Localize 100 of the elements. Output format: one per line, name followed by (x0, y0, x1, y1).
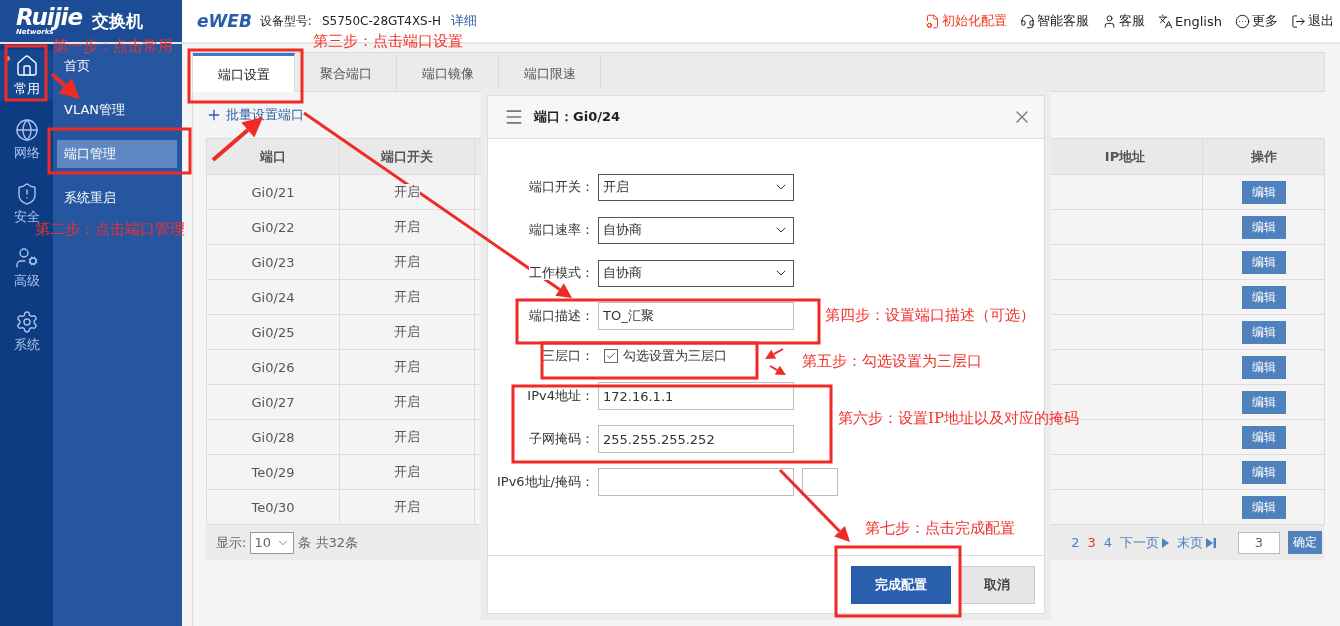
edit-button[interactable]: 编辑 (1241, 460, 1286, 484)
table-cell: 开启 (394, 394, 420, 409)
settings-icon (14, 310, 39, 334)
input-field[interactable] (598, 468, 794, 496)
header-link[interactable]: 初始化配置 (925, 12, 1008, 30)
show-label: 显示: (216, 533, 247, 552)
step-annotation: 第四步：设置端口描述（可选） (825, 306, 1035, 325)
nav-rail-item[interactable]: 高级 (0, 242, 53, 292)
product-name: 交换机 (92, 9, 144, 33)
plus-icon (206, 107, 222, 123)
header-link[interactable]: 退出 (1291, 12, 1334, 30)
table-cell: Gi0/26 (206, 349, 340, 385)
model-label: 设备型号: (259, 12, 312, 30)
cancel-button[interactable]: 取消 (959, 565, 1035, 604)
step-annotation: 第三步：点击端口设置 (313, 32, 463, 51)
step-annotation: 第七步：点击完成配置 (865, 519, 1015, 538)
page-size-dropdown[interactable]: 10 (250, 531, 295, 554)
table-cell: 开启 (394, 289, 420, 304)
confirm-button[interactable]: 确定 (1288, 531, 1322, 554)
edit-button[interactable]: 编辑 (1241, 215, 1286, 239)
details-link[interactable]: 详细 (451, 12, 478, 30)
dialog-title: 端口：Gi0/24 (534, 108, 620, 126)
edit-button[interactable]: 编辑 (1241, 180, 1286, 204)
column-header: 端口 (206, 138, 340, 175)
step-annotation: 第五步：勾选设置为三层口 (802, 352, 982, 371)
dropdown[interactable]: 自协商 (598, 216, 794, 244)
table-cell: Te0/29 (206, 454, 340, 490)
table-cell: 开启 (394, 254, 420, 269)
table-cell: Gi0/24 (206, 279, 340, 315)
tab[interactable]: 聚合端口 (295, 53, 397, 91)
edit-button[interactable]: 编辑 (1241, 285, 1286, 309)
edit-button[interactable]: 编辑 (1241, 355, 1286, 379)
page-link[interactable]: 4 (1103, 535, 1112, 550)
language-icon (1158, 13, 1174, 29)
total-count: 条 共32条 (298, 533, 359, 552)
finish-button[interactable]: 完成配置 (851, 565, 951, 604)
edit-button[interactable]: 编辑 (1241, 390, 1286, 414)
edit-button[interactable]: 编辑 (1241, 425, 1286, 449)
tab[interactable]: 端口设置 (193, 53, 295, 93)
header-link[interactable]: 客服 (1102, 12, 1146, 30)
layer3-checkbox[interactable]: 勾选设置为三层口 (604, 347, 727, 365)
table-cell: 开启 (394, 359, 420, 374)
header-link[interactable]: English (1158, 12, 1222, 30)
skip-to-end-icon (1206, 537, 1216, 548)
input-field[interactable]: 255.255.255.252 (598, 425, 794, 453)
edit-button[interactable]: 编辑 (1241, 250, 1286, 274)
table-cell: 开启 (394, 219, 420, 234)
submenu-item[interactable]: 端口管理 (57, 140, 177, 168)
column-header: 端口开关 (339, 138, 475, 175)
input-field[interactable]: 172.16.1.1 (598, 382, 794, 410)
table-cell: 开启 (394, 184, 420, 199)
edit-button[interactable]: 编辑 (1241, 495, 1286, 519)
page-number-field[interactable]: 3 (1238, 531, 1280, 554)
globe-icon (14, 118, 39, 142)
dropdown[interactable]: 自协商 (598, 259, 794, 287)
table-cell: Gi0/28 (206, 419, 340, 455)
field-label: IPv6地址/掩码： (496, 474, 594, 489)
field-label: 子网掩码： (529, 431, 594, 446)
model-number: S5750C-28GT4XS-H (321, 14, 442, 28)
triangle-right-icon (1162, 537, 1169, 548)
field-label: 端口描述： (529, 308, 594, 323)
next-page-link[interactable]: 下一页 (1120, 533, 1169, 552)
field-label: 三层口： (542, 348, 594, 363)
field-label: IPv4地址： (527, 388, 594, 403)
home-icon (14, 54, 39, 78)
table-cell: Gi0/22 (206, 209, 340, 245)
table-cell: Gi0/25 (206, 314, 340, 350)
edit-button[interactable]: 编辑 (1241, 320, 1286, 344)
headset-icon (1020, 13, 1036, 29)
input-field[interactable] (802, 468, 838, 496)
nav-rail-item[interactable]: 常用 (0, 50, 53, 100)
table-cell: 开启 (394, 324, 420, 339)
dropdown[interactable]: 开启 (598, 173, 794, 201)
table-cell: 开启 (394, 499, 420, 514)
table-cell: 开启 (394, 429, 420, 444)
column-header: 操作 (1202, 138, 1325, 175)
table-cell: Te0/30 (206, 489, 340, 525)
nav-rail-item[interactable]: 系统 (0, 306, 53, 356)
table-cell: Gi0/21 (206, 174, 340, 210)
arrow (765, 348, 784, 359)
page-link[interactable]: 2 (1071, 535, 1080, 550)
last-page-link[interactable]: 末页 (1177, 533, 1216, 552)
arrow (50, 72, 80, 99)
user-gear-icon (14, 246, 39, 270)
checkmark-icon (606, 351, 616, 361)
highlight-frame (4, 44, 48, 102)
submenu-item[interactable]: 系统重启 (57, 184, 177, 212)
table-cell: Gi0/23 (206, 244, 340, 280)
page-link[interactable]: 3 (1087, 535, 1096, 550)
step-annotation: 第六步：设置IP地址以及对应的掩码 (838, 409, 1080, 428)
header-link[interactable]: 更多 (1235, 12, 1278, 30)
document-gear-icon (925, 13, 941, 29)
input-field[interactable]: TO_汇聚 (598, 302, 794, 330)
logo: Ruijie (16, 6, 83, 29)
arrow (769, 365, 786, 375)
table-cell: Gi0/27 (206, 384, 340, 420)
table-cell: 开启 (394, 464, 420, 479)
nav-rail-item[interactable]: 网络 (0, 114, 53, 164)
header-link[interactable]: 智能客服 (1020, 12, 1090, 30)
submenu-item[interactable]: VLAN管理 (57, 96, 177, 124)
